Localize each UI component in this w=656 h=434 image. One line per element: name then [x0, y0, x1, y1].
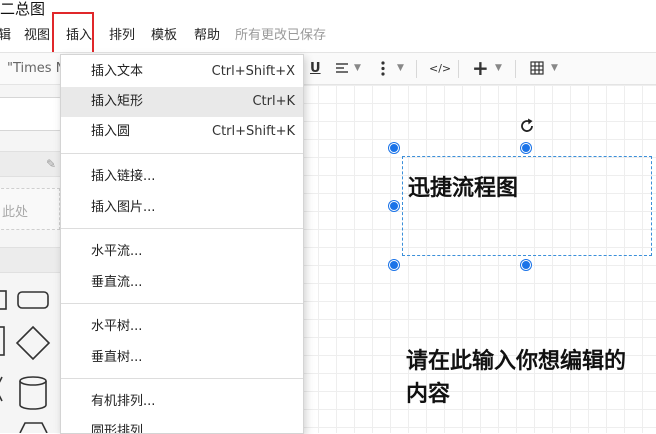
document-title: 二总图: [0, 0, 46, 18]
shape-search-input[interactable]: [0, 97, 62, 131]
menu-item-label: 插入圆: [91, 124, 131, 139]
menu-item-label: 垂直流...: [91, 275, 143, 290]
menu-item-label: 水平流...: [91, 244, 143, 259]
menu-item-horizontal-flow[interactable]: 水平流...: [61, 237, 303, 267]
menu-item-vertical-tree[interactable]: 垂直树...: [61, 343, 303, 373]
sidebar-drop-hint: 此处: [2, 205, 29, 220]
resize-handle-bottom[interactable]: [521, 260, 531, 270]
menu-view[interactable]: 视图: [24, 24, 50, 48]
menu-separator: [61, 303, 303, 304]
menu-insert-highlight: [52, 12, 94, 54]
menu-item-horizontal-tree[interactable]: 水平树...: [61, 312, 303, 342]
font-family-select[interactable]: "Times N: [7, 53, 65, 84]
toolbar-divider: [458, 60, 459, 78]
more-dropdown-chevron-icon[interactable]: ▼: [397, 53, 404, 84]
menubar: 辑 视图 插入 排列 模板 帮助 所有更改已保存: [0, 24, 656, 48]
resize-handle-top-left[interactable]: [389, 143, 399, 153]
menu-template[interactable]: 模板: [151, 24, 177, 48]
menu-edit[interactable]: 辑: [0, 24, 11, 48]
menu-item-label: 插入链接...: [91, 169, 156, 184]
more-vertical-icon[interactable]: [380, 53, 386, 84]
shape-diamond-icon: [15, 325, 51, 361]
menu-item-insert-link[interactable]: 插入链接...: [61, 162, 303, 192]
save-status: 所有更改已保存: [235, 28, 327, 43]
shape-text[interactable]: 迅捷流程图: [408, 170, 518, 202]
menu-item-insert-text[interactable]: 插入文本 Ctrl+Shift+X: [61, 57, 303, 87]
menu-item-label: 圆形排列...: [91, 424, 156, 434]
underline-icon[interactable]: U: [310, 53, 321, 84]
shape-palette[interactable]: [0, 285, 62, 433]
table-dropdown-chevron-icon[interactable]: ▼: [551, 53, 558, 84]
menu-item-organic-layout[interactable]: 有机排列...: [61, 387, 303, 417]
menu-separator: [61, 378, 303, 379]
shape-triangle-icon: [0, 376, 3, 402]
menu-item-shortcut: Ctrl+Shift+K: [212, 124, 295, 139]
menu-item-vertical-flow[interactable]: 垂直流...: [61, 268, 303, 298]
rotate-handle-icon[interactable]: [517, 116, 537, 136]
canvas-text-block[interactable]: 请在此输入你想编辑的内容: [406, 345, 646, 411]
menu-item-insert-circle[interactable]: 插入圆 Ctrl+Shift+K: [61, 117, 303, 147]
menu-separator: [61, 153, 303, 154]
menu-item-insert-image[interactable]: 插入图片...: [61, 193, 303, 223]
table-icon[interactable]: [530, 53, 544, 84]
shape-rectangle-icon: [0, 326, 5, 356]
menu-item-shortcut: Ctrl+K: [252, 94, 295, 109]
html-code-icon[interactable]: </>: [429, 53, 451, 84]
menu-item-label: 水平树...: [91, 319, 143, 334]
menu-item-insert-rectangle[interactable]: 插入矩形 Ctrl+K: [61, 87, 303, 117]
shape-rectangle-icon: [0, 290, 7, 310]
resize-handle-top[interactable]: [521, 143, 531, 153]
menu-item-label: 垂直树...: [91, 350, 143, 365]
menu-arrange[interactable]: 排列: [109, 24, 135, 48]
menu-item-shortcut: Ctrl+Shift+X: [211, 64, 295, 79]
shape-cylinder-top-icon: [19, 376, 47, 386]
sidebar-section-header[interactable]: [0, 247, 62, 273]
shape-sidebar: ✎ 此处: [0, 85, 63, 433]
resize-handle-bottom-left[interactable]: [389, 260, 399, 270]
insert-dropdown-menu: 插入文本 Ctrl+Shift+X 插入矩形 Ctrl+K 插入圆 Ctrl+S…: [60, 54, 304, 434]
resize-handle-left[interactable]: [389, 201, 399, 211]
edit-pencil-icon[interactable]: ✎: [46, 157, 56, 171]
menu-help[interactable]: 帮助: [194, 24, 220, 48]
add-dropdown-chevron-icon[interactable]: ▼: [495, 53, 502, 84]
menu-separator: [61, 228, 303, 229]
shape-rounded-rectangle-icon: [17, 291, 49, 309]
menu-item-label: 插入文本: [91, 64, 144, 79]
menu-item-circular-layout[interactable]: 圆形排列...: [61, 417, 303, 434]
toolbar-divider: [416, 60, 417, 78]
add-icon[interactable]: +: [472, 53, 489, 84]
shape-trapezoid-icon: [19, 422, 48, 433]
toolbar-divider: [515, 60, 516, 78]
menu-item-label: 插入矩形: [91, 94, 144, 109]
align-left-icon[interactable]: [335, 53, 349, 84]
menu-item-label: 插入图片...: [91, 200, 156, 215]
menu-item-label: 有机排列...: [91, 394, 156, 409]
align-dropdown-chevron-icon[interactable]: ▼: [354, 53, 361, 84]
